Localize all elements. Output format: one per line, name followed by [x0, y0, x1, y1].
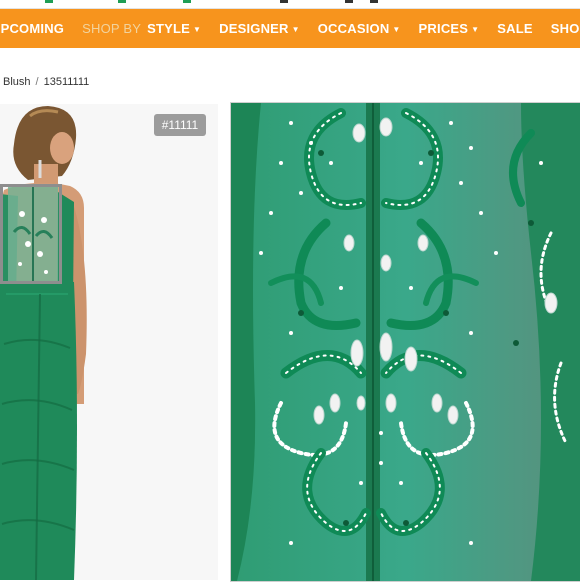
caret-down-icon: ▼: [471, 25, 480, 34]
main-navigation: UPCOMING SHOP BY STYLE▼ DESIGNER▼ OCCASI…: [0, 9, 580, 48]
nav-item-sale[interactable]: SALE: [497, 21, 532, 36]
sku-badge: #11111: [154, 114, 206, 136]
product-thumbnail[interactable]: [0, 104, 218, 580]
strip-icon: [45, 0, 53, 3]
nav-item-shoes[interactable]: SHOES: [551, 21, 580, 36]
dress-back-photo-icon: [0, 104, 218, 580]
strip-icon: [183, 0, 191, 3]
top-utility-strip: [0, 0, 580, 9]
zoom-lens[interactable]: [0, 184, 62, 284]
beaded-back-detail-photo-icon: [231, 103, 580, 581]
nav-item-upcoming[interactable]: UPCOMING: [0, 21, 64, 36]
nav-item-occasion[interactable]: OCCASION ▼: [318, 21, 401, 36]
caret-down-icon: ▼: [192, 25, 202, 34]
strip-icon: [345, 0, 353, 3]
caret-down-icon: ▼: [291, 25, 300, 34]
breadcrumb-link-blush[interactable]: Blush: [3, 76, 31, 88]
strip-icon: [118, 0, 126, 3]
nav-shop-by-label: SHOP BY: [82, 21, 142, 36]
nav-item-style[interactable]: STYLE ▼: [147, 21, 201, 36]
breadcrumb-current: 13511111: [43, 76, 90, 88]
caret-down-icon: ▼: [392, 25, 401, 34]
nav-item-designer[interactable]: DESIGNER ▼: [219, 21, 300, 36]
breadcrumb-separator: /: [35, 76, 39, 88]
strip-icon: [280, 0, 288, 3]
breadcrumb: Blush / 13511111: [3, 76, 89, 88]
nav-item-prices[interactable]: PRICES ▼: [419, 21, 480, 36]
zoomed-product-image[interactable]: [230, 102, 580, 582]
strip-icon: [370, 0, 378, 3]
